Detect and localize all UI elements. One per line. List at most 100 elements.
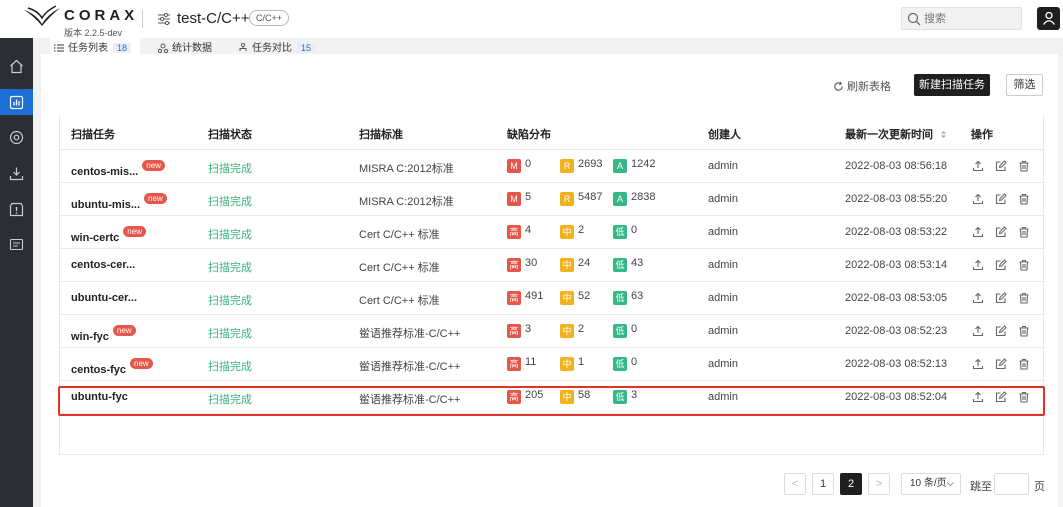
delete-button[interactable] (1018, 193, 1030, 205)
task-name[interactable]: centos-mis...new (71, 160, 165, 178)
severity-chip: 中 (560, 225, 574, 239)
sidebar-item-settings[interactable] (0, 124, 33, 150)
delete-button[interactable] (1018, 259, 1030, 271)
search-input[interactable] (924, 10, 1018, 27)
corax-logo-icon (24, 5, 60, 26)
task-name[interactable]: ubuntu-mis...new (71, 193, 167, 211)
scan-status: 扫描完成 (208, 163, 252, 175)
upload-icon (972, 193, 984, 205)
home-icon (10, 59, 23, 74)
sidebar-item-stats[interactable] (0, 89, 33, 115)
table-row[interactable]: centos-mis...new 扫描完成 MISRA C:2012标准 M 0 R 269… (60, 150, 1045, 183)
defect-value: 0 (525, 158, 532, 170)
new-scan-task-button[interactable]: 新建扫描任务 (914, 74, 990, 96)
delete-button[interactable] (1018, 160, 1030, 172)
export-button[interactable] (972, 226, 984, 238)
search-box[interactable] (901, 7, 1022, 30)
page-button-2[interactable]: 2 (840, 473, 862, 495)
sort-icon[interactable] (940, 130, 947, 139)
delete-button[interactable] (1018, 325, 1030, 337)
defect-count: 低0 (613, 323, 637, 338)
defect-count: 中 24 (560, 257, 590, 272)
task-name[interactable]: centos-fycnew (71, 358, 153, 376)
creator: admin (708, 259, 738, 271)
delete-button[interactable] (1018, 226, 1030, 238)
compare-icon (239, 42, 247, 51)
edit-icon (995, 358, 1007, 370)
edit-button[interactable] (995, 259, 1007, 271)
download-icon (9, 167, 24, 181)
export-button[interactable] (972, 292, 984, 304)
sidebar-item-home[interactable] (0, 53, 33, 79)
jump-to-page-input[interactable] (994, 473, 1029, 495)
edit-button[interactable] (995, 226, 1007, 238)
defect-count: 高 491 (507, 290, 543, 305)
tab-statistics[interactable]: 统计数据 (157, 39, 212, 56)
task-name[interactable]: centos-cer... (71, 259, 135, 271)
row-actions (972, 226, 1032, 240)
edit-button[interactable] (995, 325, 1007, 337)
sliders-icon[interactable] (157, 12, 171, 26)
new-tag: new (123, 226, 146, 237)
edit-button[interactable] (995, 292, 1007, 304)
user-button[interactable] (1037, 7, 1060, 30)
table-row[interactable]: win-fycnew 扫描完成 鲎语推荐标准-C/C++ 高 3 中 2 低 0 admin 202… (60, 315, 1045, 348)
defect-count: 高 11 (507, 356, 536, 371)
export-button[interactable] (972, 259, 984, 271)
table-header: 扫描任务 扫描状态 扫描标准 缺陷分布 创建人 最新一次更新时间 操作 (60, 116, 1045, 150)
severity-chip: A (613, 192, 627, 206)
sidebar-item-rules[interactable] (0, 231, 33, 257)
table-row[interactable]: win-certcnew 扫描完成 Cert C/C++ 标准 高 4 中 2 低 0 admin… (60, 216, 1045, 249)
table-row[interactable]: ubuntu-mis...new 扫描完成 MISRA C:2012标准 M 5 R 548… (60, 183, 1045, 216)
edit-button[interactable] (995, 358, 1007, 370)
user-icon (1042, 11, 1056, 25)
col-header-updated-label: 最新一次更新时间 (845, 129, 933, 141)
sidebar (0, 38, 33, 507)
delete-button[interactable] (1018, 358, 1030, 370)
scan-status: 扫描完成 (208, 262, 252, 274)
table-row[interactable]: centos-fycnew 扫描完成 鲎语推荐标准-C/C++ 高 11 中 1 低 0 admi… (60, 348, 1045, 381)
header-divider (142, 10, 143, 28)
scan-status: 扫描完成 (208, 361, 252, 373)
export-button[interactable] (972, 193, 984, 205)
refresh-table-button[interactable]: 刷新表格 (833, 78, 891, 94)
edit-button[interactable] (995, 160, 1007, 172)
tab-task-list[interactable]: 任务列表 18 (50, 37, 140, 54)
edit-button[interactable] (995, 193, 1007, 205)
export-button[interactable] (972, 358, 984, 370)
defect-count: 中2 (560, 224, 584, 239)
col-header-updated[interactable]: 最新一次更新时间 (845, 126, 947, 142)
task-name[interactable]: win-certcnew (71, 226, 146, 244)
task-name-text: ubuntu-cer... (71, 292, 137, 304)
severity-chip: 高 (507, 258, 521, 272)
scan-standard: Cert C/C++ 标准 (359, 295, 440, 307)
updated-time: 2022-08-03 08:53:14 (845, 259, 948, 271)
defect-count: 高 30 (507, 257, 537, 272)
prev-page-button[interactable]: < (784, 473, 806, 495)
table-row[interactable]: centos-cer... 扫描完成 Cert C/C++ 标准 高 30 中 24 低 43 a… (60, 249, 1045, 282)
defect-value: 2 (578, 224, 585, 236)
table-row[interactable]: ubuntu-cer... 扫描完成 Cert C/C++ 标准 高 491 中 52 低 63… (60, 282, 1045, 315)
updated-time: 2022-08-03 08:52:13 (845, 358, 948, 370)
search-icon (907, 12, 921, 26)
task-name[interactable]: win-fycnew (71, 325, 136, 343)
defect-value: 5 (525, 191, 532, 203)
sidebar-item-download[interactable] (0, 160, 33, 186)
tab-task-compare[interactable]: 任务对比 15 (238, 39, 316, 56)
defect-value: 491 (525, 290, 544, 302)
delete-button[interactable] (1018, 292, 1030, 304)
updated-time: 2022-08-03 08:55:20 (845, 193, 948, 205)
task-name[interactable]: ubuntu-cer... (71, 292, 137, 304)
page-button-1[interactable]: 1 (812, 473, 834, 495)
edit-icon (995, 193, 1007, 205)
next-page-button[interactable]: > (868, 473, 890, 495)
severity-chip: 高 (507, 357, 521, 371)
page-size-select[interactable]: 10 条/页 (901, 473, 961, 495)
filter-button[interactable]: 筛选 (1006, 74, 1043, 96)
export-button[interactable] (972, 160, 984, 172)
severity-chip: A (613, 159, 627, 173)
sidebar-item-alerts[interactable] (0, 196, 33, 222)
defect-value: 2693 (578, 158, 603, 170)
export-button[interactable] (972, 325, 984, 337)
scan-status: 扫描完成 (208, 295, 252, 307)
